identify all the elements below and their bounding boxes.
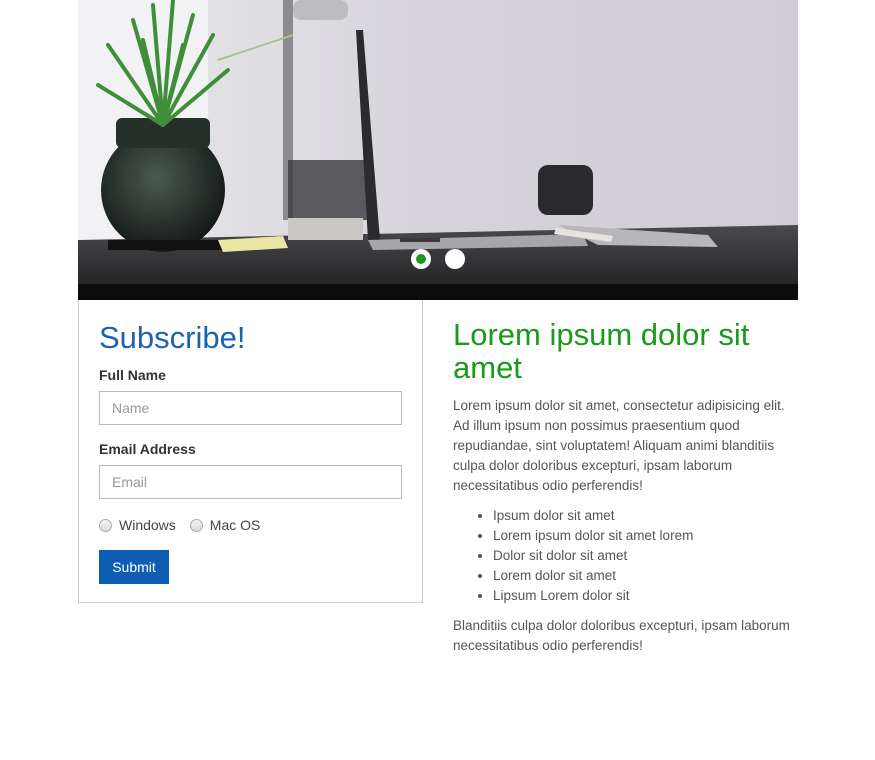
content-title: Lorem ipsum dolor sit amet <box>453 317 750 385</box>
hero-slider <box>78 0 798 300</box>
windows-label: Windows <box>119 517 176 533</box>
slider-dot-2[interactable] <box>445 249 465 269</box>
list-item: Ipsum dolor sit amet <box>493 506 793 526</box>
email-label: Email Address <box>99 441 196 457</box>
full-name-label: Full Name <box>99 367 166 383</box>
list-item: Dolor sit dolor sit amet <box>493 546 793 566</box>
list-item: Lipsum Lorem dolor sit <box>493 586 793 606</box>
slider-dot-1[interactable] <box>411 249 431 269</box>
macos-radio[interactable] <box>189 518 203 532</box>
subscribe-form: Subscribe! Full Name Email Address Windo… <box>78 300 423 603</box>
content-section: Lorem ipsum dolor sit amet Lorem ipsum d… <box>453 318 793 656</box>
list-item: Lorem dolor sit amet <box>493 566 793 586</box>
os-radio-group: Windows Mac OS <box>99 515 402 535</box>
content-bullet-list: Ipsum dolor sit amet Lorem ipsum dolor s… <box>453 506 793 606</box>
slider-dots <box>78 249 798 269</box>
list-item: Lorem ipsum dolor sit amet lorem <box>493 526 793 546</box>
macos-label: Mac OS <box>209 517 261 533</box>
windows-radio[interactable] <box>99 518 112 532</box>
os-option-macos[interactable]: Mac OS <box>189 517 261 533</box>
submit-button[interactable]: Submit <box>99 550 169 584</box>
form-title: Subscribe! <box>99 320 246 355</box>
full-name-input[interactable] <box>99 391 402 425</box>
content-closing-paragraph: Blanditiis culpa dolor doloribus exceptu… <box>453 618 790 653</box>
email-input[interactable] <box>99 465 402 499</box>
os-option-windows[interactable]: Windows <box>99 517 176 533</box>
content-paragraph: Lorem ipsum dolor sit amet, consectetur … <box>453 398 785 493</box>
